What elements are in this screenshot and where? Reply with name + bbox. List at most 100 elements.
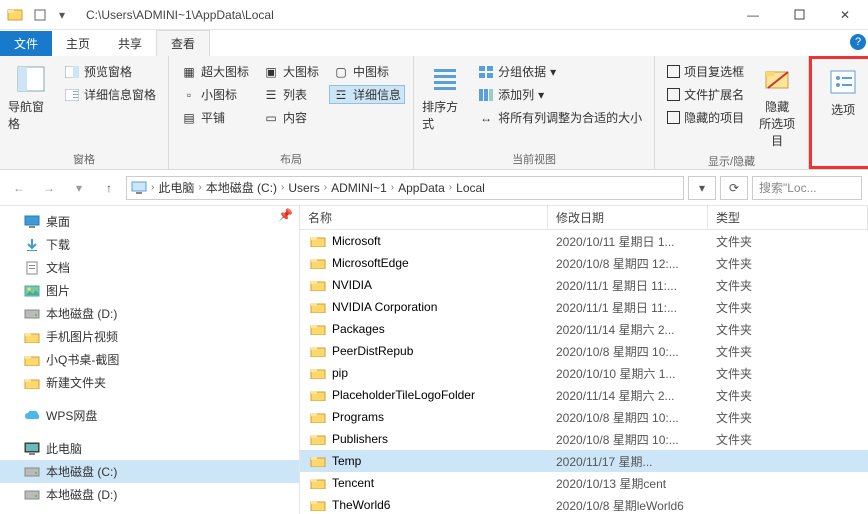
- file-date: 2020/10/8 星期四 12:...: [548, 255, 708, 272]
- file-name: pip: [332, 366, 348, 380]
- tab-share[interactable]: 共享: [104, 31, 156, 56]
- col-type[interactable]: 类型: [708, 206, 868, 229]
- layout-tiles[interactable]: ▤平铺: [177, 108, 253, 127]
- add-columns-button[interactable]: 添加列 ▾: [474, 85, 646, 104]
- folder-icon: [24, 375, 40, 391]
- sidebar-item[interactable]: 本地磁盘 (D:): [0, 483, 299, 506]
- nav-pane-button[interactable]: 导航窗格: [8, 60, 54, 147]
- folder-icon: [24, 352, 40, 368]
- file-row[interactable]: NVIDIA Corporation2020/11/1 星期日 11:...文件…: [300, 296, 868, 318]
- crumb-5: Local: [456, 181, 485, 195]
- search-input[interactable]: 搜索"Loc...: [752, 176, 862, 200]
- group-label-layout: 布局: [177, 147, 405, 167]
- sidebar-item[interactable]: 小Q书桌-截图: [0, 348, 299, 371]
- det-icon: ☲: [333, 87, 349, 103]
- fit-icon: ↔: [478, 110, 494, 126]
- file-row[interactable]: NVIDIA2020/11/1 星期日 11:...文件夹: [300, 274, 868, 296]
- back-button[interactable]: ←: [6, 175, 32, 201]
- folder-icon: [310, 255, 326, 271]
- maximize-button[interactable]: [776, 0, 822, 30]
- group-by-button[interactable]: 分组依据 ▾: [474, 62, 646, 81]
- close-button[interactable]: ✕: [822, 0, 868, 30]
- sidebar-item[interactable]: 新建文件夹: [0, 371, 299, 394]
- help-icon[interactable]: ?: [850, 34, 866, 50]
- folder-icon: [310, 233, 326, 249]
- chevron-right-icon[interactable]: ›: [447, 182, 454, 193]
- file-row[interactable]: pip2020/10/10 星期六 1...文件夹: [300, 362, 868, 384]
- up-button[interactable]: ↑: [96, 175, 122, 201]
- breadcrumb[interactable]: › 此电脑› 本地磁盘 (C:)› Users› ADMINI~1› AppDa…: [126, 176, 684, 200]
- layout-medium[interactable]: ▢中图标: [329, 62, 405, 81]
- sidebar-item[interactable]: 桌面: [0, 210, 299, 233]
- file-type: 文件夹: [708, 277, 868, 294]
- chevron-right-icon[interactable]: ›: [279, 182, 286, 193]
- ribbon-group-show-hide: 项目复选框 文件扩展名 隐藏的项目 隐藏 所选项目 显示/隐藏: [655, 56, 809, 169]
- layout-large[interactable]: ▣大图标: [259, 62, 323, 81]
- chevron-right-icon[interactable]: ›: [322, 182, 329, 193]
- refresh-button[interactable]: ⟳: [720, 176, 748, 200]
- pic-icon: [24, 283, 40, 299]
- chevron-right-icon[interactable]: ›: [149, 182, 156, 193]
- sidebar-item-label: 桌面: [46, 213, 70, 230]
- file-row[interactable]: Packages2020/11/14 星期六 2...文件夹: [300, 318, 868, 340]
- folder-icon: [24, 329, 40, 345]
- recent-dropdown[interactable]: ▾: [66, 175, 92, 201]
- sidebar-item[interactable]: 此电脑: [0, 437, 299, 460]
- forward-button[interactable]: →: [36, 175, 62, 201]
- crumb-2: Users›: [288, 181, 329, 195]
- file-type: 文件夹: [708, 321, 868, 338]
- drive-icon: [24, 487, 40, 503]
- file-row[interactable]: TheWorld62020/10/8 星期leWorld6: [300, 494, 868, 514]
- nav-tree: 📌 桌面下载文档图片本地磁盘 (D:)手机图片视频小Q书桌-截图新建文件夹 WP…: [0, 206, 300, 514]
- size-columns-button[interactable]: ↔将所有列调整为合适的大小: [474, 108, 646, 127]
- file-row[interactable]: Tencent2020/10/13 星期cent: [300, 472, 868, 494]
- chevron-right-icon[interactable]: ›: [389, 182, 396, 193]
- file-row[interactable]: Temp2020/11/17 星期...: [300, 450, 868, 472]
- qat-properties-icon[interactable]: [30, 5, 50, 25]
- options-button[interactable]: 选项: [820, 63, 866, 148]
- sidebar-item[interactable]: 下载: [0, 233, 299, 256]
- layout-extra-large[interactable]: ▦超大图标: [177, 62, 253, 81]
- sidebar-item-label: 新建文件夹: [46, 374, 106, 391]
- xl-icon: ▦: [181, 64, 197, 80]
- minimize-button[interactable]: —: [730, 0, 776, 30]
- col-name[interactable]: 名称: [300, 206, 548, 229]
- sidebar-item[interactable]: 文档: [0, 256, 299, 279]
- file-row[interactable]: Programs2020/10/8 星期四 10:...文件夹: [300, 406, 868, 428]
- sidebar-item-label: 文档: [46, 259, 70, 276]
- col-date[interactable]: 修改日期: [548, 206, 708, 229]
- chk-file-extensions[interactable]: 文件扩展名: [663, 85, 748, 104]
- sidebar-item-label: 小Q书桌-截图: [46, 351, 119, 368]
- file-row[interactable]: MicrosoftEdge2020/10/8 星期四 12:...文件夹: [300, 252, 868, 274]
- sort-button[interactable]: 排序方式: [422, 60, 468, 147]
- checkbox-icon: [667, 111, 680, 124]
- folder-icon: [310, 409, 326, 425]
- tab-file[interactable]: 文件: [0, 31, 52, 56]
- sidebar-wps[interactable]: WPS网盘: [0, 404, 299, 427]
- layout-content[interactable]: ▭内容: [259, 108, 323, 127]
- tab-view[interactable]: 查看: [156, 30, 210, 56]
- file-row[interactable]: PeerDistRepub2020/10/8 星期四 10:...文件夹: [300, 340, 868, 362]
- file-type: 文件夹: [708, 233, 868, 250]
- file-row[interactable]: Publishers2020/10/8 星期四 10:...文件夹: [300, 428, 868, 450]
- tab-home[interactable]: 主页: [52, 31, 104, 56]
- pin-icon[interactable]: 📌: [278, 208, 293, 222]
- preview-pane-button[interactable]: 预览窗格: [60, 62, 160, 81]
- layout-details[interactable]: ☲详细信息: [329, 85, 405, 104]
- sidebar-item[interactable]: 图片: [0, 279, 299, 302]
- details-pane-button[interactable]: 详细信息窗格: [60, 85, 160, 104]
- layout-small[interactable]: ▫小图标: [177, 85, 253, 104]
- chevron-right-icon[interactable]: ›: [196, 182, 203, 193]
- sidebar-item[interactable]: 本地磁盘 (D:): [0, 302, 299, 325]
- chk-hidden-items[interactable]: 隐藏的项目: [663, 108, 748, 127]
- hide-selected-button[interactable]: 隐藏 所选项目: [754, 60, 800, 149]
- chk-item-checkboxes[interactable]: 项目复选框: [663, 62, 748, 81]
- layout-list[interactable]: ☰列表: [259, 85, 323, 104]
- addr-dropdown[interactable]: ▾: [688, 176, 716, 200]
- file-row[interactable]: PlaceholderTileLogoFolder2020/11/14 星期六 …: [300, 384, 868, 406]
- qat-dropdown-icon[interactable]: ▾: [52, 5, 72, 25]
- sidebar-item[interactable]: 手机图片视频: [0, 325, 299, 348]
- checkbox-icon: [667, 88, 680, 101]
- file-row[interactable]: Microsoft2020/10/11 星期日 1...文件夹: [300, 230, 868, 252]
- sidebar-item[interactable]: 本地磁盘 (C:): [0, 460, 299, 483]
